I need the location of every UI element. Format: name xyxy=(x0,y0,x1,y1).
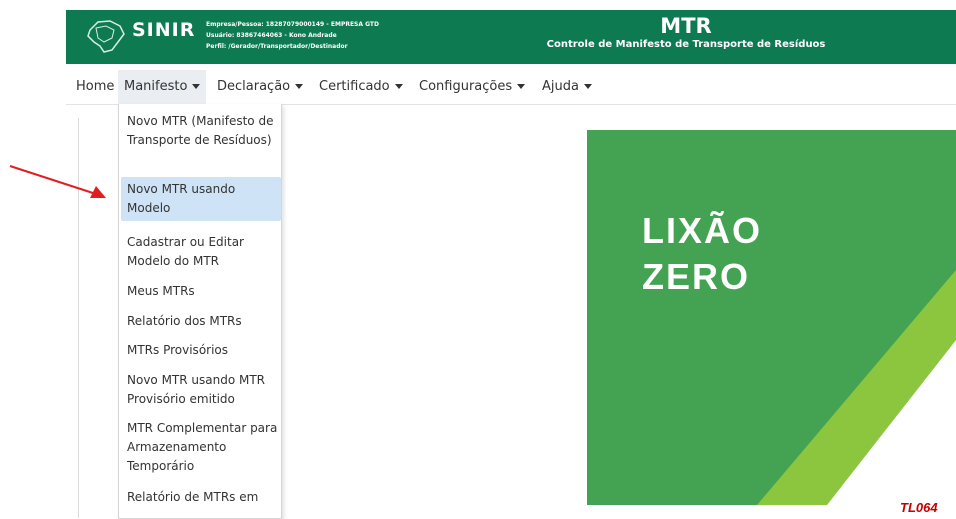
sinir-logo[interactable]: SINIR xyxy=(84,16,204,56)
dropdown-item-label: Meus MTRs xyxy=(127,284,195,298)
caret-down-icon xyxy=(517,84,526,89)
caret-down-icon xyxy=(394,84,403,89)
manifesto-dropdown-menu: Novo MTR (Manifesto de Transporte de Res… xyxy=(118,104,282,519)
dropdown-item-relatorio-mtrs-em[interactable]: Relatório de MTRs em xyxy=(121,488,281,507)
dropdown-item-label: Cadastrar ou Editar Modelo do MTR xyxy=(127,235,244,268)
profile-line: Perfil: /Gerador/Transportador/Destinado… xyxy=(206,43,348,50)
menu-declaracao-label: Declaração xyxy=(217,79,291,94)
menu-ajuda-label: Ajuda xyxy=(542,79,579,94)
menu-manifesto-label: Manifesto xyxy=(124,79,188,94)
screenshot-code: TL064 xyxy=(900,500,938,515)
dropdown-item-label: Relatório dos MTRs xyxy=(127,314,242,328)
caret-down-icon xyxy=(192,84,201,89)
menu-certificado[interactable]: Certificado xyxy=(319,70,403,104)
menu-home[interactable]: Home xyxy=(76,70,114,104)
lixao-zero-banner: LIXÃO ZERO xyxy=(587,130,956,505)
red-arrow-icon xyxy=(9,165,106,198)
dropdown-item-novo-mtr-modelo[interactable]: Novo MTR usando Modelo xyxy=(121,177,281,221)
app-header: SINIR Empresa/Pessoa: 18287079000149 - E… xyxy=(66,10,956,64)
logo-wordmark: SINIR xyxy=(132,19,196,41)
dropdown-item-novo-mtr[interactable]: Novo MTR (Manifesto de Transporte de Res… xyxy=(121,112,281,150)
dropdown-item-mtrs-provisorios[interactable]: MTRs Provisórios xyxy=(121,341,281,360)
caret-down-icon xyxy=(583,84,592,89)
banner-line-1: LIXÃO xyxy=(642,210,763,251)
caret-down-icon xyxy=(295,84,304,89)
dropdown-item-mtr-complementar[interactable]: MTR Complementar para Armazenamento Temp… xyxy=(121,419,281,476)
user-info: Empresa/Pessoa: 18287079000149 - EMPRESA… xyxy=(206,19,379,52)
dropdown-item-label: MTR Complementar para Armazenamento Temp… xyxy=(127,421,278,473)
app-title-block: MTR Controle de Manifesto de Transporte … xyxy=(536,14,836,52)
dropdown-item-label: Relatório de MTRs em xyxy=(127,490,259,504)
dropdown-item-relatorio-mtrs[interactable]: Relatório dos MTRs xyxy=(121,312,281,331)
banner-stripe xyxy=(757,270,956,505)
dropdown-item-meus-mtrs[interactable]: Meus MTRs xyxy=(121,282,281,301)
menu-configuracoes-label: Configurações xyxy=(419,79,513,94)
dropdown-item-cadastrar-modelo[interactable]: Cadastrar ou Editar Modelo do MTR xyxy=(121,233,281,271)
dropdown-item-label: Novo MTR usando Modelo xyxy=(127,182,236,215)
menu-home-label: Home xyxy=(76,79,115,94)
menu-certificado-label: Certificado xyxy=(319,79,390,94)
banner-line-2: ZERO xyxy=(642,256,751,297)
dropdown-item-label: Novo MTR usando MTR Provisório emitido xyxy=(127,373,266,406)
menu-declaracao[interactable]: Declaração xyxy=(217,70,304,104)
dropdown-item-label: Novo MTR (Manifesto de Transporte de Res… xyxy=(127,114,274,147)
menu-ajuda[interactable]: Ajuda xyxy=(542,70,592,104)
dropdown-item-novo-mtr-provisorio[interactable]: Novo MTR usando MTR Provisório emitido xyxy=(121,371,281,409)
company-line: Empresa/Pessoa: 18287079000149 - EMPRESA… xyxy=(206,21,380,28)
brazil-map-icon xyxy=(87,20,125,53)
main-menubar: Home Manifesto Declaração Certificado Co… xyxy=(66,70,956,105)
app-title: MTR xyxy=(660,14,712,38)
banner-text: LIXÃO ZERO xyxy=(642,208,762,300)
menu-manifesto[interactable]: Manifesto xyxy=(118,70,207,104)
user-line: Usuário: 83867464063 - Kono Andrade xyxy=(206,32,337,39)
app-subtitle: Controle de Manifesto de Transporte de R… xyxy=(546,39,826,50)
menu-configuracoes[interactable]: Configurações xyxy=(419,70,526,104)
dropdown-item-label: MTRs Provisórios xyxy=(127,343,229,357)
